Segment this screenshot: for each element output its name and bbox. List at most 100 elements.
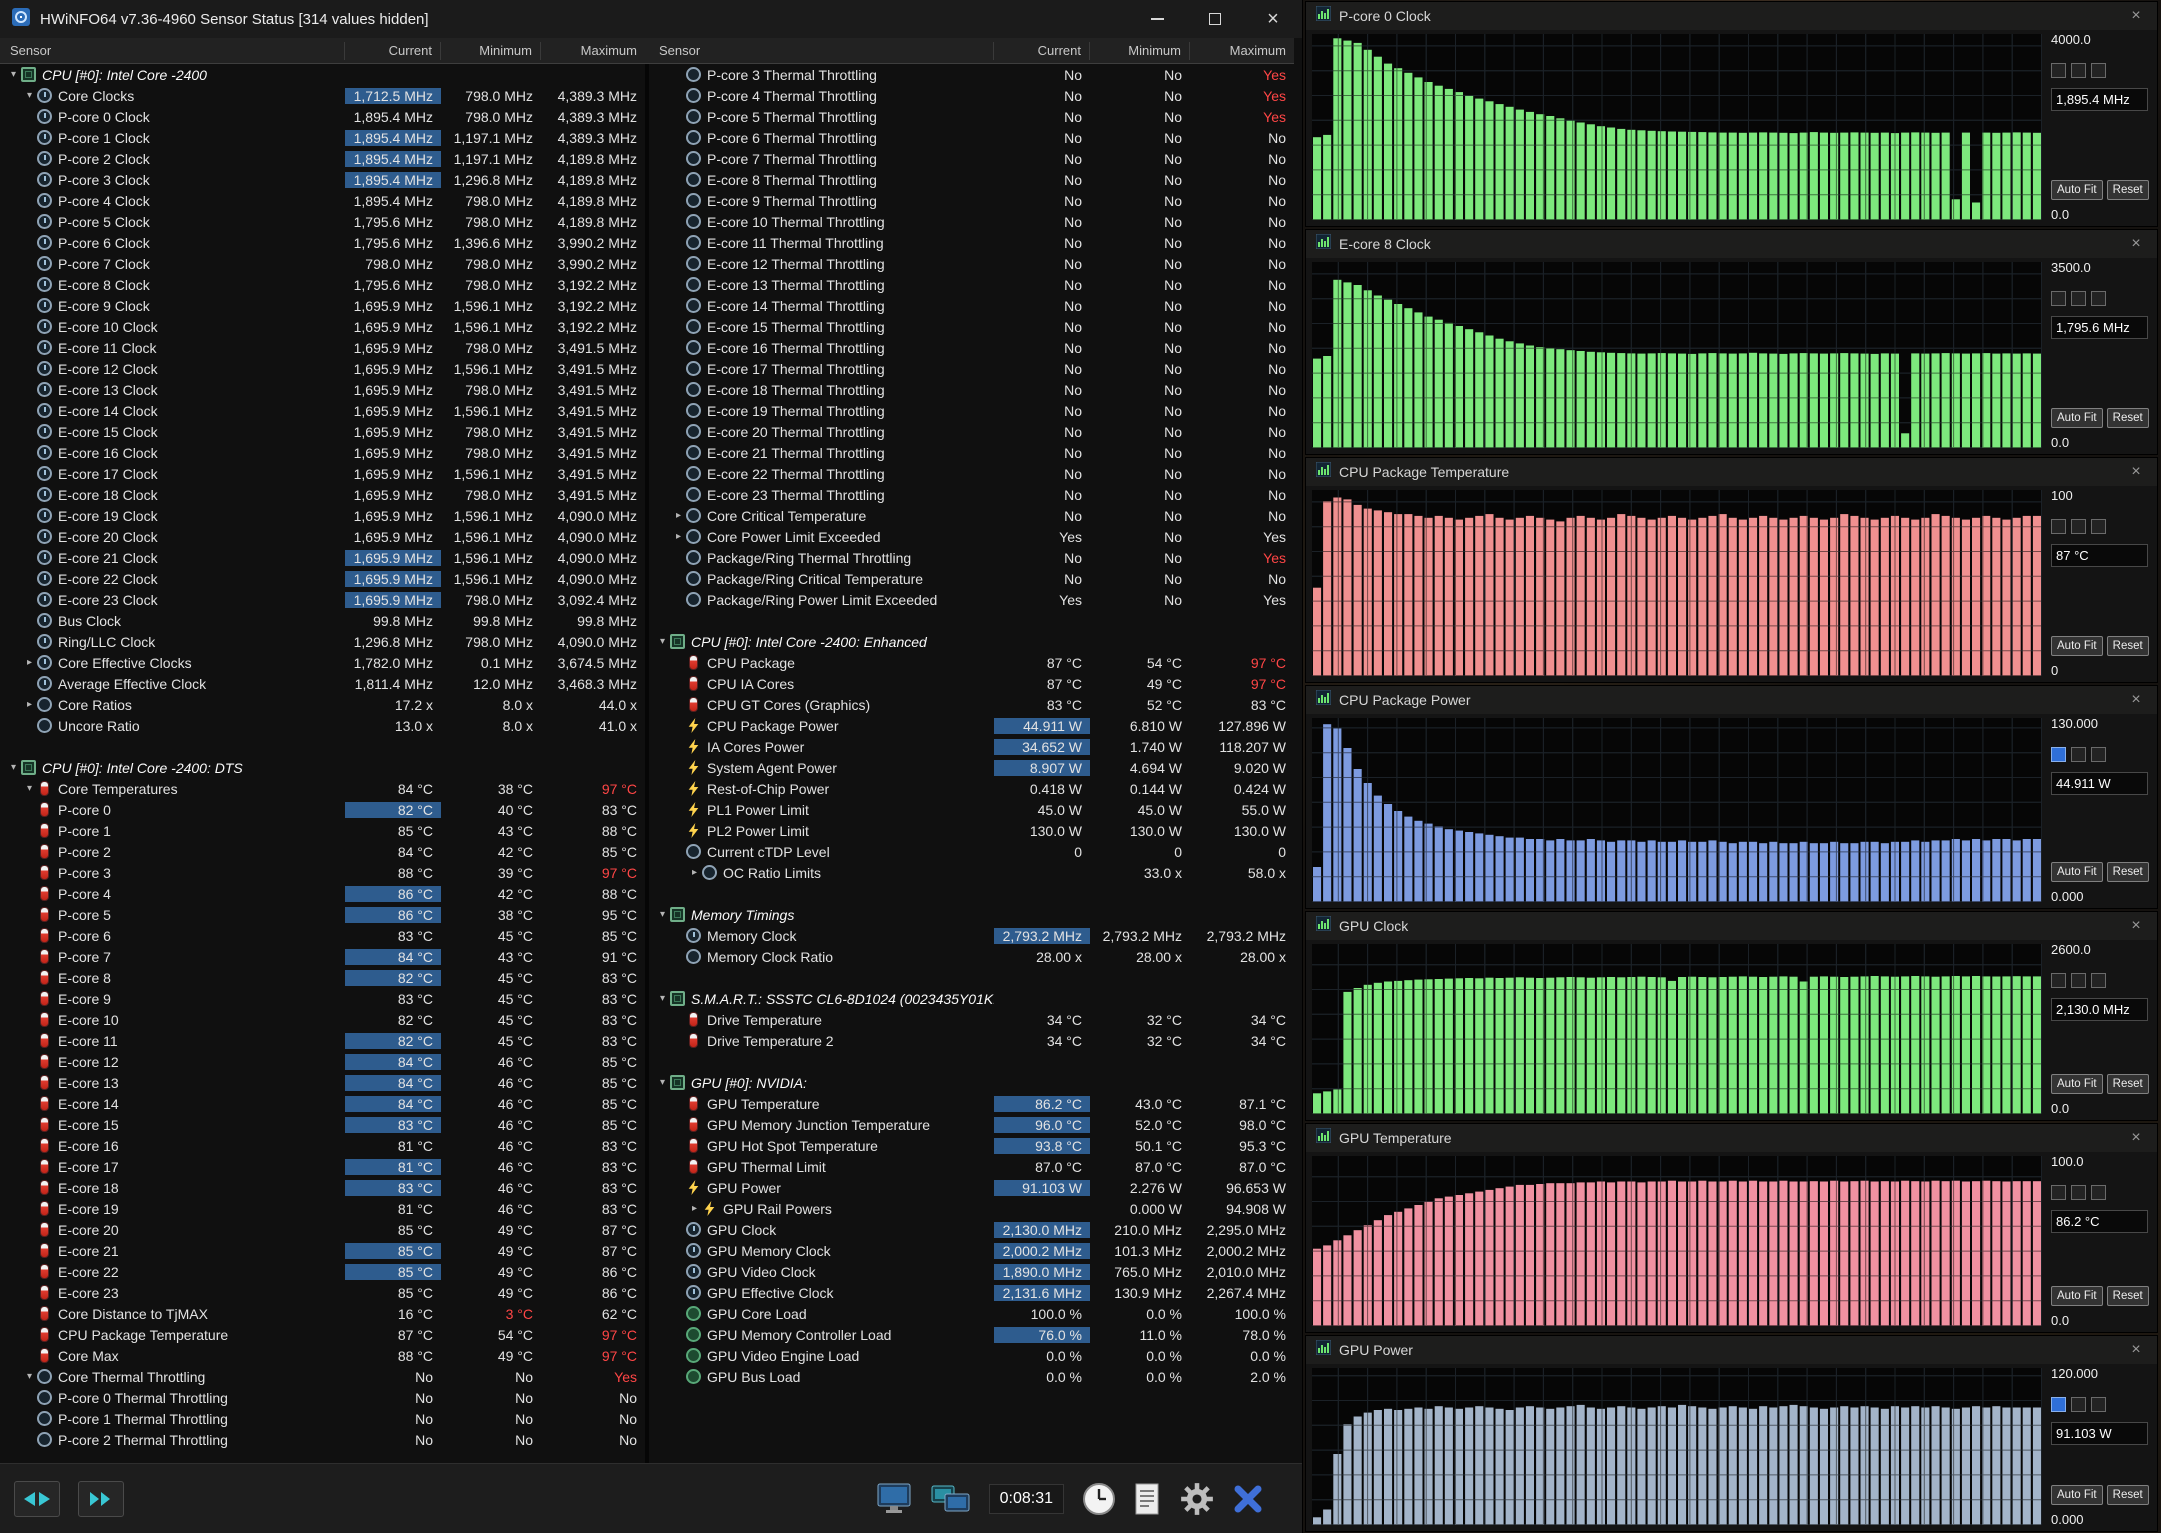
graph-option-box[interactable] xyxy=(2091,973,2106,988)
next-page-button[interactable] xyxy=(78,1481,124,1517)
collapse-arrow-icon[interactable]: ▾ xyxy=(22,90,37,101)
sensor-row[interactable]: GPU Bus Load0.0 %0.0 %2.0 % xyxy=(649,1366,1294,1387)
sensor-row[interactable]: E-core 14 Thermal ThrottlingNoNoNo xyxy=(649,295,1294,316)
sensor-row[interactable]: CPU Package87 °C54 °C97 °C xyxy=(649,652,1294,673)
graph-panel-titlebar[interactable]: GPU Temperature× xyxy=(1306,1124,2157,1152)
close-icon[interactable]: × xyxy=(2125,7,2147,25)
column-header-maximum[interactable]: Maximum xyxy=(1190,42,1294,60)
sensor-row[interactable]: P-core 683 °C45 °C85 °C xyxy=(0,925,645,946)
sensor-row[interactable]: ▸GPU Rail Powers0.000 W94.908 W xyxy=(649,1198,1294,1219)
sensor-row[interactable]: E-core 23 Clock1,695.9 MHz798.0 MHz3,092… xyxy=(0,589,645,610)
sensor-row[interactable]: Memory Clock2,793.2 MHz2,793.2 MHz2,793.… xyxy=(649,925,1294,946)
sensor-row[interactable]: P-core 082 °C40 °C83 °C xyxy=(0,799,645,820)
sensor-row[interactable]: Drive Temperature34 °C32 °C34 °C xyxy=(649,1009,1294,1030)
sensor-row[interactable]: P-core 5 Clock1,795.6 MHz798.0 MHz4,189.… xyxy=(0,211,645,232)
reset-button[interactable]: Reset xyxy=(2107,408,2149,428)
graph-option-box[interactable] xyxy=(2071,63,2086,78)
sensor-row[interactable]: E-core 22 Clock1,695.9 MHz1,596.1 MHz4,0… xyxy=(0,568,645,589)
column-header-minimum[interactable]: Minimum xyxy=(441,42,541,60)
sensor-row[interactable]: ▾Core Temperatures84 °C38 °C97 °C xyxy=(0,778,645,799)
sensor-row[interactable]: GPU Hot Spot Temperature93.8 °C50.1 °C95… xyxy=(649,1135,1294,1156)
sensor-row[interactable]: E-core 1484 °C46 °C85 °C xyxy=(0,1093,645,1114)
expand-arrow-icon[interactable]: ▸ xyxy=(22,699,37,710)
auto-fit-button[interactable]: Auto Fit xyxy=(2051,1286,2103,1306)
column-header-maximum[interactable]: Maximum xyxy=(541,42,645,60)
graph-option-box[interactable] xyxy=(2091,747,2106,762)
sensor-row[interactable]: E-core 13 Clock1,695.9 MHz798.0 MHz3,491… xyxy=(0,379,645,400)
sensor-row[interactable]: P-core 284 °C42 °C85 °C xyxy=(0,841,645,862)
collapse-arrow-icon[interactable]: ▾ xyxy=(6,69,21,80)
sensor-row[interactable]: ▸Core Power Limit ExceededYesNoYes xyxy=(649,526,1294,547)
sensor-row[interactable]: E-core 20 Thermal ThrottlingNoNoNo xyxy=(649,421,1294,442)
sensor-row[interactable]: Average Effective Clock1,811.4 MHz12.0 M… xyxy=(0,673,645,694)
sensor-row[interactable]: P-core 1 Thermal ThrottlingNoNoNo xyxy=(0,1408,645,1429)
sensor-row[interactable]: E-core 1384 °C46 °C85 °C xyxy=(0,1072,645,1093)
sensor-row[interactable]: E-core 1182 °C45 °C83 °C xyxy=(0,1030,645,1051)
sensor-row[interactable]: E-core 22 Thermal ThrottlingNoNoNo xyxy=(649,463,1294,484)
sensor-row[interactable]: E-core 17 Thermal ThrottlingNoNoNo xyxy=(649,358,1294,379)
close-icon[interactable]: × xyxy=(2125,691,2147,709)
sensor-row[interactable]: E-core 19 Thermal ThrottlingNoNoNo xyxy=(649,400,1294,421)
close-button[interactable]: × xyxy=(1244,0,1302,38)
graph-option-box[interactable] xyxy=(2051,1397,2066,1412)
sensor-row[interactable]: E-core 23 Thermal ThrottlingNoNoNo xyxy=(649,484,1294,505)
sensor-row[interactable]: GPU Video Engine Load0.0 %0.0 %0.0 % xyxy=(649,1345,1294,1366)
sensor-row[interactable]: P-core 486 °C42 °C88 °C xyxy=(0,883,645,904)
sensor-row[interactable]: PL1 Power Limit45.0 W45.0 W55.0 W xyxy=(649,799,1294,820)
sensor-row[interactable]: ▾S.M.A.R.T.: SSSTC CL6-8D1024 (0023435Y0… xyxy=(649,988,1294,1009)
sensor-row[interactable]: E-core 11 Clock1,695.9 MHz798.0 MHz3,491… xyxy=(0,337,645,358)
sensor-row[interactable]: Package/Ring Critical TemperatureNoNoNo xyxy=(649,568,1294,589)
sensor-row[interactable]: E-core 1583 °C46 °C85 °C xyxy=(0,1114,645,1135)
graph-panel-titlebar[interactable]: GPU Clock× xyxy=(1306,912,2157,940)
sensor-row[interactable]: E-core 9 Thermal ThrottlingNoNoNo xyxy=(649,190,1294,211)
sensor-row[interactable]: P-core 0 Clock1,895.4 MHz798.0 MHz4,389.… xyxy=(0,106,645,127)
sensor-row[interactable]: P-core 586 °C38 °C95 °C xyxy=(0,904,645,925)
reset-button[interactable]: Reset xyxy=(2107,180,2149,200)
sensor-row[interactable]: GPU Memory Controller Load76.0 %11.0 %78… xyxy=(649,1324,1294,1345)
graph-option-box[interactable] xyxy=(2051,747,2066,762)
close-icon[interactable]: × xyxy=(2125,463,2147,481)
scroll-columns-button[interactable] xyxy=(14,1481,60,1517)
expand-arrow-icon[interactable]: ▸ xyxy=(671,531,686,542)
sensor-row[interactable]: CPU Package Temperature87 °C54 °C97 °C xyxy=(0,1324,645,1345)
sensor-row[interactable]: Rest-of-Chip Power0.418 W0.144 W0.424 W xyxy=(649,778,1294,799)
graph-panel-titlebar[interactable]: GPU Power× xyxy=(1306,1336,2157,1364)
auto-fit-button[interactable]: Auto Fit xyxy=(2051,862,2103,882)
sensor-row[interactable]: Bus Clock99.8 MHz99.8 MHz99.8 MHz xyxy=(0,610,645,631)
sensor-row[interactable]: P-core 7 Thermal ThrottlingNoNoNo xyxy=(649,148,1294,169)
remote-monitor-icon[interactable] xyxy=(877,1483,913,1515)
collapse-arrow-icon[interactable]: ▾ xyxy=(655,909,670,920)
expand-arrow-icon[interactable]: ▸ xyxy=(671,510,686,521)
sensor-row[interactable]: Current cTDP Level000 xyxy=(649,841,1294,862)
sensor-row[interactable]: ▾CPU [#0]: Intel Core -2400: Enhanced xyxy=(649,631,1294,652)
sensor-row[interactable]: ▸Core Effective Clocks1,782.0 MHz0.1 MHz… xyxy=(0,652,645,673)
sensor-row[interactable]: Core Distance to TjMAX16 °C3 °C62 °C xyxy=(0,1303,645,1324)
auto-fit-button[interactable]: Auto Fit xyxy=(2051,408,2103,428)
auto-fit-button[interactable]: Auto Fit xyxy=(2051,1074,2103,1094)
sensor-row[interactable]: E-core 21 Clock1,695.9 MHz1,596.1 MHz4,0… xyxy=(0,547,645,568)
sensor-row[interactable]: P-core 0 Thermal ThrottlingNoNoNo xyxy=(0,1387,645,1408)
sensor-row[interactable]: Package/Ring Power Limit ExceededYesNoYe… xyxy=(649,589,1294,610)
sensor-row[interactable]: Drive Temperature 234 °C32 °C34 °C xyxy=(649,1030,1294,1051)
sensor-row[interactable]: System Agent Power8.907 W4.694 W9.020 W xyxy=(649,757,1294,778)
graph-option-box[interactable] xyxy=(2051,291,2066,306)
graph-option-box[interactable] xyxy=(2071,1185,2086,1200)
sensor-row[interactable]: E-core 2385 °C49 °C86 °C xyxy=(0,1282,645,1303)
collapse-arrow-icon[interactable]: ▾ xyxy=(655,636,670,647)
sensor-row[interactable]: E-core 12 Clock1,695.9 MHz1,596.1 MHz3,4… xyxy=(0,358,645,379)
sensor-row[interactable]: E-core 16 Thermal ThrottlingNoNoNo xyxy=(649,337,1294,358)
sensor-row[interactable]: Uncore Ratio13.0 x8.0 x41.0 x xyxy=(0,715,645,736)
auto-fit-button[interactable]: Auto Fit xyxy=(2051,1485,2103,1505)
sensor-row[interactable]: P-core 4 Clock1,895.4 MHz798.0 MHz4,189.… xyxy=(0,190,645,211)
reset-button[interactable]: Reset xyxy=(2107,1485,2149,1505)
expand-arrow-icon[interactable]: ▸ xyxy=(22,657,37,668)
graph-option-box[interactable] xyxy=(2071,519,2086,534)
sensor-row[interactable]: E-core 983 °C45 °C83 °C xyxy=(0,988,645,1009)
column-header-sensor[interactable]: Sensor xyxy=(0,42,345,60)
reset-button[interactable]: Reset xyxy=(2107,636,2149,656)
sensor-row[interactable]: Memory Clock Ratio28.00 x28.00 x28.00 x xyxy=(649,946,1294,967)
sensor-row[interactable]: ▾CPU [#0]: Intel Core -2400 xyxy=(0,64,645,85)
sensor-row[interactable]: E-core 21 Thermal ThrottlingNoNoNo xyxy=(649,442,1294,463)
sensor-row[interactable]: E-core 20 Clock1,695.9 MHz1,596.1 MHz4,0… xyxy=(0,526,645,547)
graph-panel-titlebar[interactable]: CPU Package Power× xyxy=(1306,686,2157,714)
